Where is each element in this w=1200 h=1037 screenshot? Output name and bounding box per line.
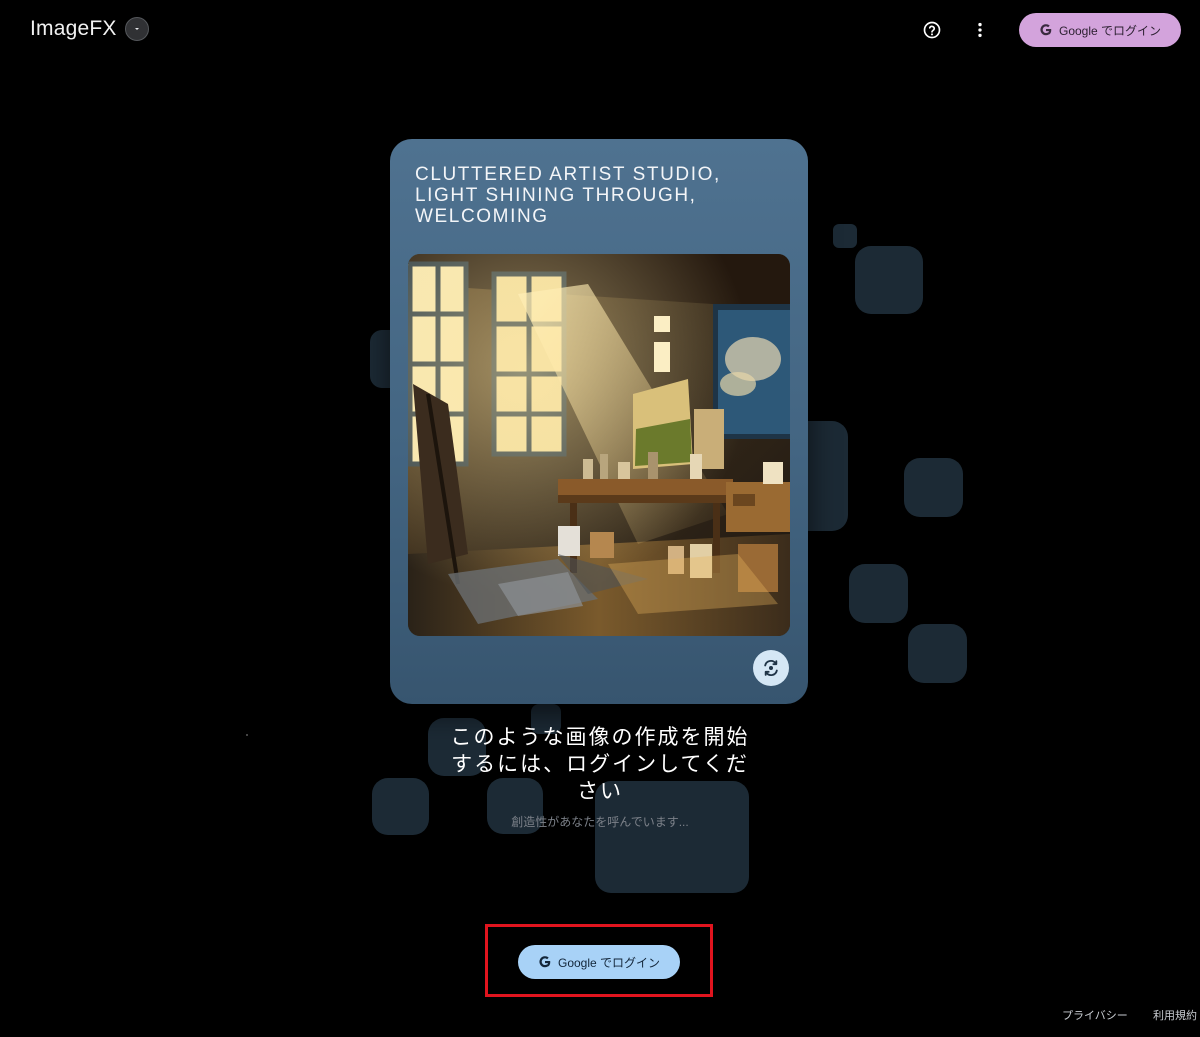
bg-tile xyxy=(904,458,963,517)
imagefx-landing-page: ImageFX Google でログイン CLUTTERED ARTIST ST… xyxy=(0,0,1200,1037)
more-vert-icon xyxy=(978,22,982,38)
google-g-icon xyxy=(539,956,551,968)
more-options-button[interactable] xyxy=(968,18,992,42)
bg-tile xyxy=(372,778,429,835)
sample-prompt-caption: CLUTTERED ARTIST STUDIO, LIGHT SHINING T… xyxy=(415,164,721,227)
help-circle-icon xyxy=(923,21,941,39)
signin-prompt-heading: このような画像の作成を開始するには、ログインしてください xyxy=(450,726,750,803)
sample-image-card: CLUTTERED ARTIST STUDIO, LIGHT SHINING T… xyxy=(390,139,808,704)
privacy-link[interactable]: プライバシー xyxy=(1062,1007,1128,1023)
main-google-login-button[interactable]: Google でログイン xyxy=(518,945,680,979)
main-login-label: Google でログイン xyxy=(557,955,661,970)
bg-tile xyxy=(908,624,967,683)
bg-dot xyxy=(246,734,248,736)
header-login-label: Google でログイン xyxy=(1058,23,1162,38)
terms-link[interactable]: 利用規約 xyxy=(1153,1007,1197,1023)
bg-tile xyxy=(849,564,908,623)
bg-tile xyxy=(855,246,923,314)
signin-prompt-subtext: 創造性があなたを呼んでいます... xyxy=(511,815,689,829)
help-button[interactable] xyxy=(920,18,944,42)
refresh-example-button[interactable] xyxy=(753,650,789,686)
bg-tile xyxy=(833,224,857,248)
app-title: ImageFX xyxy=(30,17,117,40)
chevron-down-icon xyxy=(134,28,139,30)
sample-generated-image xyxy=(408,254,790,636)
header-google-login-button[interactable]: Google でログイン xyxy=(1019,13,1181,47)
app-switcher-button[interactable] xyxy=(124,17,149,41)
refresh-icon xyxy=(764,659,778,677)
google-g-icon xyxy=(1040,24,1052,36)
brand: ImageFX xyxy=(30,17,149,41)
